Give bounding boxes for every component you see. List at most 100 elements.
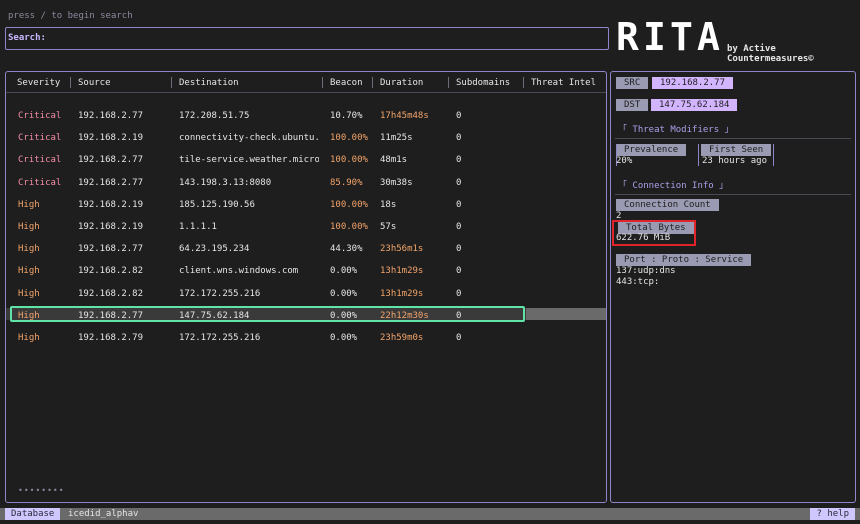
cell-beacon: 10.70% xyxy=(330,111,363,121)
cell-duration: 57s xyxy=(380,222,397,232)
first-seen-value: 23 hours ago xyxy=(702,156,768,166)
cell-destination: client.wns.windows.com xyxy=(179,266,299,277)
cell-subdomains: 0 xyxy=(456,266,462,277)
search-input[interactable]: Search: xyxy=(5,27,609,50)
database-label: Database xyxy=(5,508,61,520)
prevalence-label: Prevalence xyxy=(616,144,687,156)
cell-destination: connectivity-check.ubuntu.… xyxy=(179,133,319,144)
cell-beacon: 100.00% xyxy=(330,199,368,210)
threat-modifiers-title: 「 Threat Modifiers 」 xyxy=(618,125,734,135)
col-divider xyxy=(322,77,323,88)
cell-duration: 11m25s xyxy=(380,133,413,144)
cell-severity: Critical xyxy=(18,177,62,188)
col-threat-intel[interactable]: Threat Intel xyxy=(531,78,596,88)
details-panel: SRC 192.168.2.77 DST 147.75.62.184 「 Thr… xyxy=(610,71,856,503)
port-entry: 443:tcp: xyxy=(616,277,660,287)
connection-info-title: 「 Connection Info 」 xyxy=(618,181,729,191)
table-row[interactable]: Critical 192.168.2.77 172.208.51.75 10.70% 1… xyxy=(6,108,606,124)
cell-destination: 172.172.255.216 xyxy=(179,333,261,343)
col-source[interactable]: Source xyxy=(78,78,111,88)
cell-duration: 13h1m29s xyxy=(380,266,424,277)
cell-beacon: 44.30% xyxy=(330,244,363,255)
col-destination[interactable]: Destination xyxy=(179,78,239,88)
cell-duration: 48m1s xyxy=(380,155,408,166)
cell-beacon: 0.00% xyxy=(330,333,358,343)
cell-duration: 17h45m48s xyxy=(380,111,429,121)
src-label: SRC xyxy=(616,77,649,89)
cell-beacon: 0.00% xyxy=(330,266,358,277)
col-duration[interactable]: Duration xyxy=(380,78,423,88)
table-row[interactable]: High 192.168.2.82 172.172.255.216 0.00% 13h1… xyxy=(6,286,606,302)
logo-letter: I xyxy=(643,15,666,59)
connection-count-label: Connection Count xyxy=(616,199,719,211)
col-divider xyxy=(372,77,373,88)
cell-severity: Critical xyxy=(18,133,62,144)
cell-source: 192.168.2.82 xyxy=(78,288,144,299)
cell-severity: High xyxy=(18,266,40,277)
table-row[interactable]: Critical 192.168.2.77 143.198.3.13:8080 85.… xyxy=(6,175,606,191)
search-label: Search: xyxy=(8,33,46,43)
col-divider xyxy=(171,77,172,88)
cell-duration: 30m38s xyxy=(380,177,413,188)
cell-destination: tile-service.weather.micro… xyxy=(179,155,319,166)
cell-severity: High xyxy=(18,244,40,255)
cell-source: 192.168.2.77 xyxy=(78,155,144,166)
search-hint: press / to begin search xyxy=(8,11,133,21)
table-row[interactable]: High 192.168.2.77 64.23.195.234 44.30% 23h56… xyxy=(6,241,606,257)
column-divider xyxy=(773,144,774,166)
table-row[interactable]: High 192.168.2.19 1.1.1.1 100.00% 57s 0 xyxy=(6,219,606,235)
status-bar: Database icedid_alphav ? help xyxy=(0,508,860,520)
cell-subdomains: 0 xyxy=(456,111,462,121)
src-value: 192.168.2.77 xyxy=(652,77,734,89)
table-row[interactable]: High 192.168.2.19 185.125.190.56 100.00% 18s… xyxy=(6,197,606,213)
cell-duration: 18s xyxy=(380,199,397,210)
cell-source: 192.168.2.77 xyxy=(78,244,144,255)
section-divider xyxy=(615,138,851,139)
cell-source: 192.168.2.77 xyxy=(78,111,144,121)
cell-subdomains: 0 xyxy=(456,199,462,210)
rita-logo: R I T A xyxy=(616,15,726,59)
pagination-dots[interactable]: •••••••• xyxy=(18,486,65,495)
col-divider xyxy=(448,77,449,88)
cell-beacon: 85.90% xyxy=(330,177,363,188)
cell-subdomains: 0 xyxy=(456,222,462,232)
cell-source: 192.168.2.77 xyxy=(78,177,144,188)
port-entry: 137:udp:dns xyxy=(616,266,676,276)
cell-severity: High xyxy=(18,199,40,210)
cell-subdomains: 0 xyxy=(456,288,462,299)
col-subdomains[interactable]: Subdomains xyxy=(456,78,510,88)
cell-duration: 23h59m0s xyxy=(380,333,424,343)
selected-row-outline xyxy=(10,306,525,322)
results-table: Severity Source Destination Beacon Durat… xyxy=(5,71,607,503)
table-row[interactable]: High 192.168.2.82 client.wns.windows.com 0.… xyxy=(6,263,606,279)
logo-letter: T xyxy=(670,15,693,59)
table-row[interactable]: Critical 192.168.2.19 connectivity-check.u… xyxy=(6,130,606,146)
cell-duration: 23h56m1s xyxy=(380,244,424,255)
help-button[interactable]: ? help xyxy=(810,508,855,520)
cell-source: 192.168.2.82 xyxy=(78,266,144,277)
header-divider xyxy=(6,92,606,93)
cell-subdomains: 0 xyxy=(456,133,462,144)
cell-destination: 172.208.51.75 xyxy=(179,111,250,121)
column-divider xyxy=(698,144,699,166)
cell-beacon: 100.00% xyxy=(330,133,368,144)
col-severity[interactable]: Severity xyxy=(17,78,60,88)
cell-source: 192.168.2.19 xyxy=(78,199,144,210)
col-divider xyxy=(523,77,524,88)
cell-severity: High xyxy=(18,222,40,232)
database-name: icedid_alphav xyxy=(68,509,139,519)
cell-destination: 185.125.190.56 xyxy=(179,199,255,210)
dst-value: 147.75.62.184 xyxy=(651,99,738,111)
col-divider xyxy=(70,77,71,88)
table-row[interactable]: High 192.168.2.79 172.172.255.216 0.00% 23h5… xyxy=(6,330,606,346)
cell-severity: Critical xyxy=(18,155,62,166)
cell-source: 192.168.2.19 xyxy=(78,133,144,144)
col-beacon[interactable]: Beacon xyxy=(330,78,363,88)
cell-severity: High xyxy=(18,333,40,343)
cell-severity: High xyxy=(18,288,40,299)
dst-label: DST xyxy=(616,99,649,111)
table-row[interactable]: Critical 192.168.2.77 tile-service.weather… xyxy=(6,152,606,168)
section-divider xyxy=(615,194,851,195)
cell-severity: Critical xyxy=(18,111,62,121)
cell-beacon: 100.00% xyxy=(330,155,368,166)
